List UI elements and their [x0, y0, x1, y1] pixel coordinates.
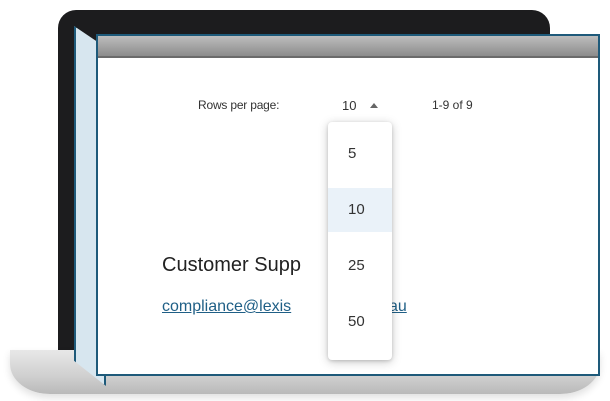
caret-up-icon [370, 103, 378, 108]
stage: Rows per page: 10 1-9 of 9 Customer Supp… [0, 0, 610, 401]
dropdown-option-5[interactable]: 5 [328, 132, 392, 176]
rows-per-page-dropdown: 5 10 25 50 [328, 122, 392, 360]
rows-per-page-select[interactable]: 10 [342, 96, 382, 116]
rows-per-page-label: Rows per page: [198, 98, 280, 112]
dropdown-option-10[interactable]: 10 [328, 188, 392, 232]
support-email-text: compliance@lexis [162, 298, 292, 315]
pagination-range: 1-9 of 9 [432, 98, 473, 112]
screen-panel: Rows per page: 10 1-9 of 9 Customer Supp… [96, 34, 600, 376]
customer-support-title: Customer Supp [162, 254, 301, 276]
dropdown-option-50[interactable]: 50 [328, 300, 392, 344]
dropdown-option-25[interactable]: 25 [328, 244, 392, 288]
pagination-bar: Rows per page: 10 1-9 of 9 [198, 96, 518, 118]
screen-topbar [98, 36, 598, 58]
rows-per-page-value: 10 [342, 98, 357, 113]
